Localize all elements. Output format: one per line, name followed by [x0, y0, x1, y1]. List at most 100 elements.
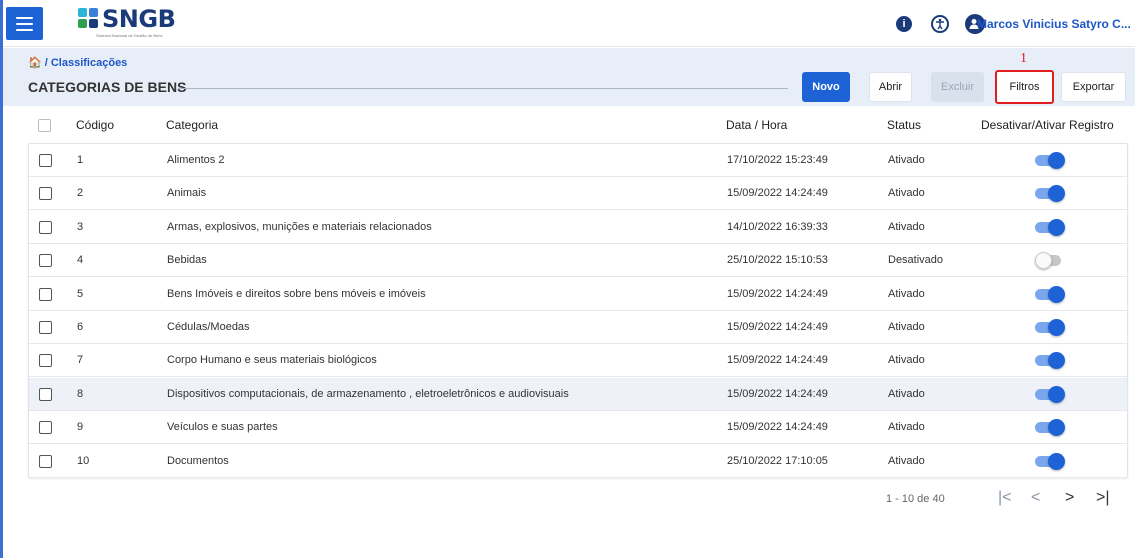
cell-categoria: Documentos — [167, 454, 229, 467]
cell-data-hora: 17/10/2022 15:23:49 — [727, 154, 828, 166]
cell-data-hora: 15/09/2022 14:24:49 — [727, 187, 828, 200]
row-checkbox[interactable] — [39, 321, 52, 334]
toggle-knob — [1048, 419, 1065, 437]
prev-page-button[interactable]: < — [1031, 489, 1040, 507]
user-name[interactable]: Marcos Vinicius Satyro C... — [977, 17, 1131, 31]
app-logo[interactable]: SNGB Sistema Nacional de Gestão de Bens — [78, 6, 176, 38]
next-page-button[interactable]: > — [1065, 489, 1074, 507]
logo-mark-icon — [78, 8, 100, 30]
toggle-knob — [1048, 218, 1065, 236]
last-page-button[interactable]: >| — [1096, 489, 1110, 507]
table-row[interactable]: 10 Documentos 25/10/2022 17:10:05 Ativado — [29, 445, 1127, 478]
pagination-range: 1 - 10 de 40 — [886, 493, 945, 505]
cell-categoria: Veículos e suas partes — [167, 421, 278, 434]
row-checkbox[interactable] — [39, 354, 52, 368]
row-checkbox[interactable] — [39, 287, 52, 301]
table-header: Código Categoria Data / Hora Status Desa… — [28, 107, 1128, 143]
cell-status: Ativado — [888, 354, 925, 367]
toggle-knob — [1048, 319, 1065, 336]
row-checkbox[interactable] — [39, 254, 52, 268]
status-toggle[interactable] — [1035, 385, 1065, 403]
cell-codigo: 7 — [77, 354, 84, 367]
title-divider — [178, 88, 788, 89]
cell-status: Ativado — [888, 387, 925, 400]
status-toggle[interactable] — [1035, 419, 1065, 437]
status-toggle[interactable] — [1035, 252, 1065, 270]
cell-codigo: 2 — [77, 187, 84, 200]
row-checkbox[interactable] — [39, 154, 52, 167]
cell-data-hora: 25/10/2022 15:10:53 — [727, 254, 828, 267]
cell-codigo: 9 — [77, 421, 84, 434]
cell-data-hora: 15/09/2022 14:24:49 — [727, 321, 828, 333]
row-checkbox[interactable] — [39, 387, 52, 401]
cell-data-hora: 14/10/2022 16:39:33 — [727, 220, 828, 233]
cell-status: Ativado — [888, 421, 925, 434]
novo-button[interactable]: Novo — [802, 72, 850, 102]
logo-subtitle: Sistema Nacional de Gestão de Bens — [96, 33, 163, 38]
table-row[interactable]: 2 Animais 15/09/2022 14:24:49 Ativado — [29, 177, 1127, 211]
cell-codigo: 10 — [77, 454, 90, 467]
select-all-checkbox[interactable] — [38, 119, 51, 132]
info-icon[interactable]: i — [896, 16, 912, 32]
status-toggle[interactable] — [1035, 185, 1065, 203]
status-toggle[interactable] — [1035, 285, 1065, 303]
first-page-button[interactable]: |< — [998, 489, 1012, 507]
menu-line — [16, 22, 33, 25]
toggle-knob — [1048, 452, 1065, 470]
cell-codigo: 4 — [77, 254, 84, 267]
cell-data-hora: 15/09/2022 14:24:49 — [727, 421, 828, 434]
cell-data-hora: 15/09/2022 14:24:49 — [727, 387, 828, 400]
cell-categoria: Alimentos 2 — [167, 154, 225, 166]
filtros-button[interactable]: Filtros — [995, 70, 1054, 104]
table-row[interactable]: 3 Armas, explosivos, munições e materiais… — [29, 211, 1127, 244]
hamburger-menu-button[interactable] — [6, 7, 43, 40]
column-header-data-hora[interactable]: Data / Hora — [726, 118, 787, 132]
cell-data-hora: 25/10/2022 17:10:05 — [727, 454, 828, 467]
status-toggle[interactable] — [1035, 352, 1065, 370]
column-header-status[interactable]: Status — [887, 118, 921, 132]
abrir-button[interactable]: Abrir — [869, 72, 912, 102]
table-row[interactable]: 5 Bens Imóveis e direitos sobre bens móve… — [29, 278, 1127, 311]
toggle-knob — [1048, 285, 1065, 303]
row-checkbox[interactable] — [39, 421, 52, 435]
cell-data-hora: 15/09/2022 14:24:49 — [727, 287, 828, 300]
row-checkbox[interactable] — [39, 187, 52, 201]
column-header-toggle[interactable]: Desativar/Ativar Registro — [981, 118, 1114, 132]
cell-categoria: Dispositivos computacionais, de armazena… — [167, 387, 569, 400]
table-row[interactable]: 9 Veículos e suas partes 15/09/2022 14:24:… — [29, 411, 1127, 445]
exportar-button[interactable]: Exportar — [1061, 72, 1126, 102]
cell-codigo: 8 — [77, 387, 84, 400]
toggle-knob — [1048, 385, 1065, 403]
breadcrumb[interactable]: 🏠 / Classificações — [28, 56, 127, 69]
table-row[interactable]: 7 Corpo Humano e seus materiais biológico… — [29, 344, 1127, 378]
status-toggle[interactable] — [1035, 152, 1065, 169]
cell-status: Ativado — [888, 287, 925, 300]
cell-categoria: Armas, explosivos, munições e materiais … — [167, 220, 432, 233]
cell-data-hora: 15/09/2022 14:24:49 — [727, 354, 828, 367]
row-checkbox[interactable] — [39, 454, 52, 468]
cell-codigo: 3 — [77, 220, 84, 233]
cell-categoria: Bebidas — [167, 254, 207, 267]
cell-status: Ativado — [888, 154, 925, 166]
table-row[interactable]: 1 Alimentos 2 17/10/2022 15:23:49 Ativado — [29, 144, 1127, 177]
status-toggle[interactable] — [1035, 319, 1065, 336]
cell-categoria: Cédulas/Moedas — [167, 321, 250, 333]
status-toggle[interactable] — [1035, 218, 1065, 236]
cell-codigo: 6 — [77, 321, 84, 333]
toggle-knob — [1048, 352, 1065, 370]
cell-codigo: 1 — [77, 154, 84, 166]
table-row[interactable]: 8 Dispositivos computacionais, de armazen… — [29, 377, 1127, 411]
table-row[interactable]: 6 Cédulas/Moedas 15/09/2022 14:24:49 Ativad… — [29, 311, 1127, 344]
annotation-marker: 1 — [1020, 51, 1027, 66]
table-row[interactable]: 4 Bebidas 25/10/2022 15:10:53 Desativado — [29, 244, 1127, 278]
page-header: 🏠 / Classificações CATEGORIAS DE BENS No… — [3, 48, 1135, 106]
accessibility-icon[interactable] — [931, 15, 949, 33]
excluir-button[interactable]: Excluir — [931, 72, 984, 102]
menu-line — [16, 16, 33, 19]
column-header-codigo[interactable]: Código — [76, 118, 114, 132]
cell-status: Ativado — [888, 454, 925, 467]
row-checkbox[interactable] — [39, 220, 52, 234]
column-header-categoria[interactable]: Categoria — [166, 118, 218, 132]
status-toggle[interactable] — [1035, 452, 1065, 470]
cell-status: Ativado — [888, 321, 925, 333]
